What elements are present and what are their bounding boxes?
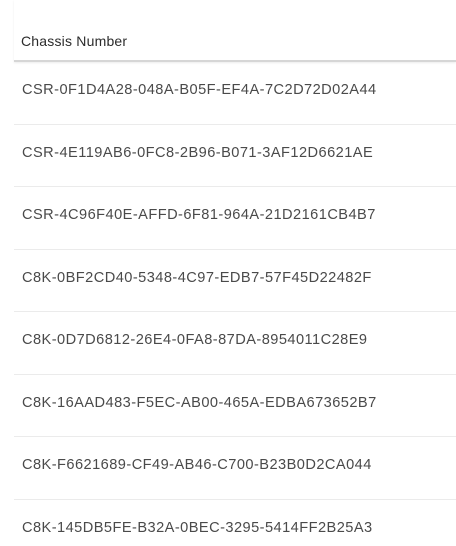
table-row[interactable]: C8K-F6621689-CF49-AB46-C700-B23B0D2CA044 (14, 437, 456, 500)
table-header: Chassis Number (14, 0, 456, 62)
table-row[interactable]: C8K-16AAD483-F5EC-AB00-465A-EDBA673652B7 (14, 375, 456, 437)
column-header-chassis-number[interactable]: Chassis Number (21, 33, 127, 49)
chassis-table: Chassis Number CSR-0F1D4A28-048A-B05F-EF… (0, 0, 456, 546)
chassis-number-cell: C8K-145DB5FE-B32A-0BEC-3295-5414FF2B25A3 (22, 519, 373, 536)
chassis-number-cell: C8K-16AAD483-F5EC-AB00-465A-EDBA673652B7 (22, 394, 377, 411)
table-row[interactable]: C8K-0BF2CD40-5348-4C97-EDB7-57F45D22482F (14, 250, 456, 312)
table-row[interactable]: C8K-145DB5FE-B32A-0BEC-3295-5414FF2B25A3 (14, 500, 456, 546)
table-row[interactable]: C8K-0D7D6812-26E4-0FA8-87DA-8954011C28E9 (14, 312, 456, 375)
table-row[interactable]: CSR-4C96F40E-AFFD-6F81-964A-21D2161CB4B7 (14, 187, 456, 250)
chassis-number-cell: C8K-0D7D6812-26E4-0FA8-87DA-8954011C28E9 (22, 332, 368, 348)
table-row[interactable]: CSR-4E119AB6-0FC8-2B96-B071-3AF12D6621AE (14, 125, 456, 187)
table-body: CSR-0F1D4A28-048A-B05F-EF4A-7C2D72D02A44… (14, 62, 456, 546)
table-row[interactable]: CSR-0F1D4A28-048A-B05F-EF4A-7C2D72D02A44 (14, 62, 456, 125)
chassis-number-cell: CSR-4C96F40E-AFFD-6F81-964A-21D2161CB4B7 (22, 207, 376, 223)
chassis-number-cell: CSR-4E119AB6-0FC8-2B96-B071-3AF12D6621AE (22, 144, 374, 161)
chassis-number-cell: C8K-F6621689-CF49-AB46-C700-B23B0D2CA044 (22, 457, 372, 473)
chassis-number-cell: C8K-0BF2CD40-5348-4C97-EDB7-57F45D22482F (22, 269, 372, 286)
chassis-number-cell: CSR-0F1D4A28-048A-B05F-EF4A-7C2D72D02A44 (22, 82, 377, 98)
